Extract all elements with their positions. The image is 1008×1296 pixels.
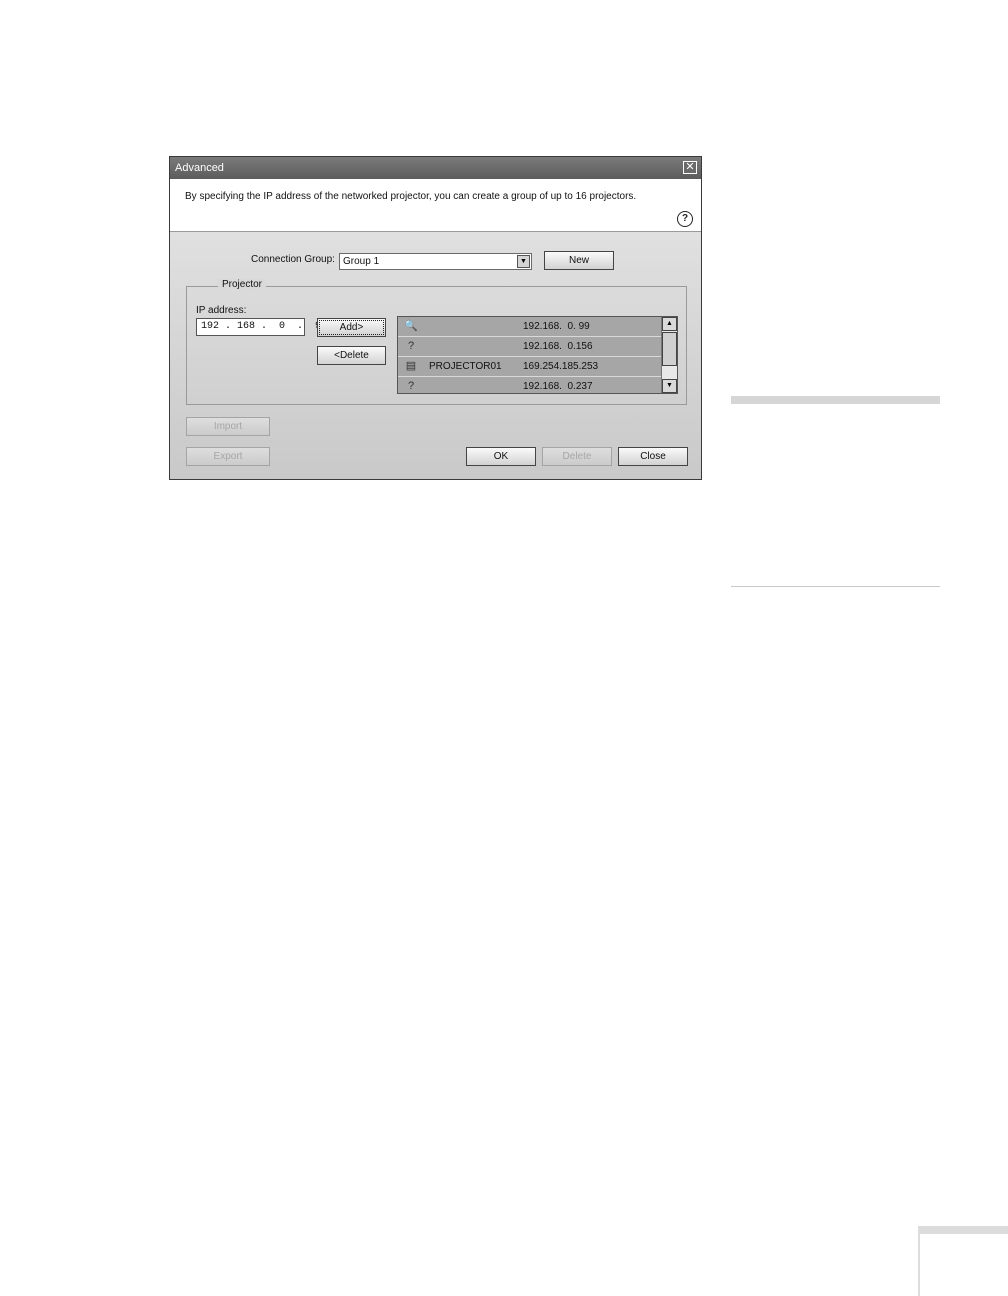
search-icon: 🔍 [404, 320, 418, 332]
scroll-down-icon[interactable]: ▼ [662, 379, 677, 393]
list-scrollbar[interactable]: ▲ ▼ [661, 317, 677, 393]
list-item[interactable]: 🔍 192.168. 0. 99 [398, 317, 661, 337]
delete-button[interactable]: Delete [542, 447, 612, 466]
dialog-titlebar: Advanced ✕ [170, 157, 701, 179]
advanced-dialog: Advanced ✕ By specifying the IP address … [169, 156, 702, 480]
projector-list[interactable]: 🔍 192.168. 0. 99 ? 192.168. 0.156 ▤ PROJ… [397, 316, 678, 394]
new-group-button[interactable]: New [544, 251, 614, 270]
unknown-projector-icon: ? [407, 380, 415, 392]
add-button[interactable]: Add> [317, 318, 386, 337]
projector-ip: 169.254.185.253 [523, 361, 599, 372]
description-area: By specifying the IP address of the netw… [170, 179, 701, 232]
page-tab-inner [920, 1234, 1008, 1296]
scroll-up-icon[interactable]: ▲ [662, 317, 677, 331]
chevron-down-icon[interactable]: ▼ [517, 255, 530, 268]
connection-group-label: Connection Group: [251, 254, 335, 265]
projector-ip: 192.168. 0.237 [523, 381, 593, 392]
list-item[interactable]: ? 192.168. 0.156 [398, 337, 661, 357]
export-button[interactable]: Export [186, 447, 270, 466]
description-text: By specifying the IP address of the netw… [185, 191, 637, 202]
connection-group-select[interactable]: Group 1 ▼ [339, 253, 532, 270]
projector-groupbox-title: Projector [218, 279, 267, 290]
sidebar-rule-top [731, 396, 940, 404]
import-button[interactable]: Import [186, 417, 270, 436]
ip-address-label: IP address: [196, 305, 247, 316]
projector-ip: 192.168. 0. 99 [523, 321, 590, 332]
ip-address-input[interactable]: 192 . 168 . 0 . 99 [196, 318, 327, 336]
help-icon[interactable]: ? [677, 211, 693, 227]
close-icon[interactable]: ✕ [683, 161, 697, 174]
delete-from-list-button[interactable]: <Delete [317, 346, 386, 365]
scroll-thumb[interactable] [662, 332, 677, 366]
close-button[interactable]: Close [618, 447, 688, 466]
list-item[interactable]: ? 192.168. 0.237 [398, 377, 661, 393]
dialog-title: Advanced [175, 162, 224, 174]
ok-button[interactable]: OK [466, 447, 536, 466]
projector-ip: 192.168. 0.156 [523, 341, 593, 352]
projector-name: PROJECTOR01 [429, 361, 502, 372]
unknown-projector-icon: ? [407, 340, 415, 352]
list-item[interactable]: ▤ PROJECTOR01 169.254.185.253 [398, 357, 661, 377]
sidebar-rule-bottom [731, 586, 940, 587]
connection-group-value: Group 1 [343, 256, 380, 267]
projector-icon: ▤ [405, 360, 417, 372]
